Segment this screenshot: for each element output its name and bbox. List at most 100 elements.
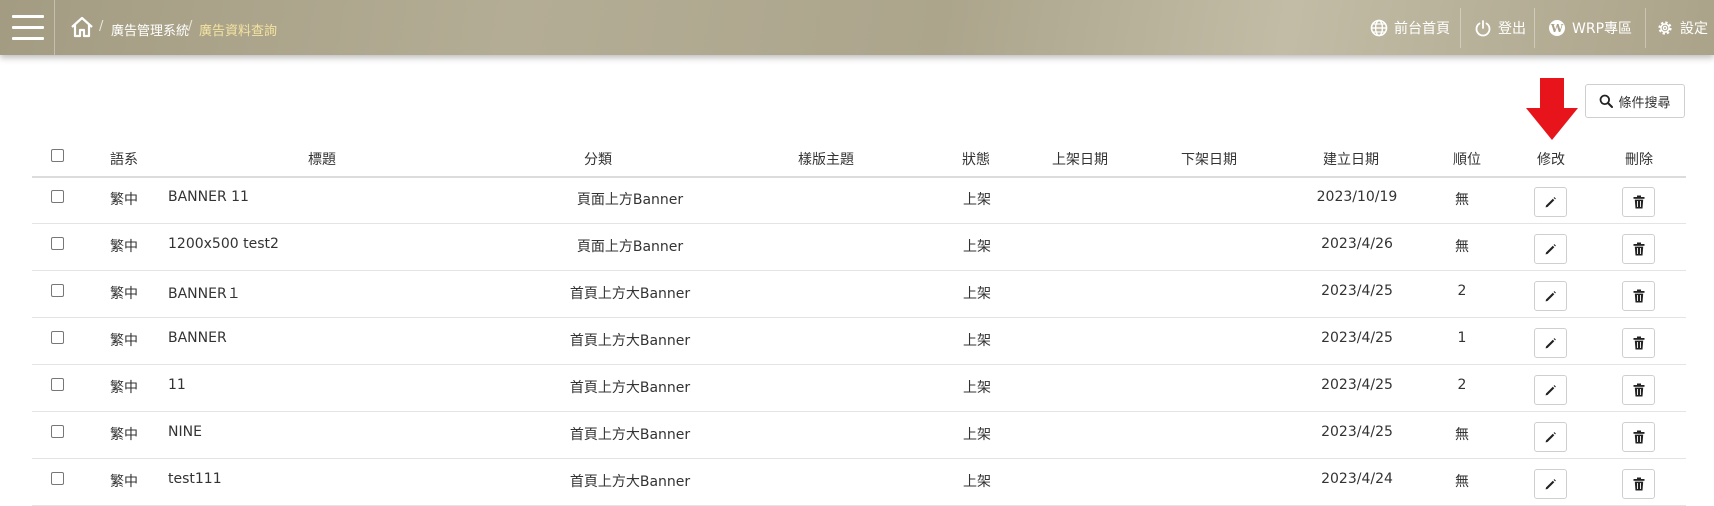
pencil-icon [1545,243,1556,254]
header-category: 分類 [584,152,612,168]
trash-icon [1633,383,1644,397]
nav-frontpage-link[interactable]: 前台首頁 [1370,18,1450,38]
edit-button[interactable] [1534,328,1567,358]
row-title: test111 [168,471,222,487]
row-category: 首頁上方大Banner [569,474,691,490]
nav-settings-link[interactable]: 設定 [1656,18,1708,38]
row-checkbox[interactable] [51,190,64,203]
condition-search-button[interactable]: 條件搜尋 [1585,84,1685,118]
header-created-date: 建立日期 [1323,152,1379,168]
row-order: 無 [1455,474,1469,490]
globe-icon [1370,19,1388,37]
row-language: 繁中 [110,427,138,443]
row-checkbox[interactable] [51,284,64,297]
row-status: 上架 [963,474,991,490]
row-language: 繁中 [110,286,138,302]
row-created-date: 2023/4/25 [1321,283,1393,299]
breadcrumb-root[interactable]: 廣告管理系統 [111,20,189,39]
row-order: 無 [1455,239,1469,255]
search-icon [1600,94,1614,108]
header-unpublish-date: 下架日期 [1181,152,1237,168]
row-status: 上架 [963,192,991,208]
edit-button[interactable] [1534,469,1567,499]
row-category: 頁面上方Banner [576,192,684,208]
edit-button[interactable] [1534,422,1567,452]
pencil-icon [1545,196,1556,207]
row-category: 頁面上方Banner [576,239,684,255]
row-checkbox[interactable] [51,472,64,485]
pencil-icon [1545,431,1556,442]
row-status: 上架 [963,286,991,302]
row-language: 繁中 [110,239,138,255]
nav-logout-link[interactable]: 登出 [1474,18,1526,38]
table-row: 繁中 BANNER１ 首頁上方大Banner 上架 2023/4/25 2 [32,271,1686,318]
header-template: 樣版主題 [798,152,854,168]
header-order: 順位 [1453,152,1481,168]
table-row: 繁中 BANNER 首頁上方大Banner 上架 2023/4/25 1 [32,318,1686,365]
pencil-icon [1545,384,1556,395]
table-row: 繁中 test111 首頁上方大Banner 上架 2023/4/24 無 [32,459,1686,506]
row-category: 首頁上方大Banner [569,380,691,396]
table-row: 繁中 NINE 首頁上方大Banner 上架 2023/4/25 無 [32,412,1686,459]
power-icon [1475,20,1491,37]
row-checkbox[interactable] [51,425,64,438]
header-language: 語系 [110,152,138,168]
row-category: 首頁上方大Banner [569,286,691,302]
pencil-icon [1545,478,1556,489]
row-status: 上架 [963,427,991,443]
edit-button[interactable] [1534,187,1567,217]
row-checkbox[interactable] [51,378,64,391]
trash-icon [1633,195,1644,209]
nav-divider [1460,8,1461,48]
nav-settings-label: 設定 [1680,21,1708,37]
delete-button[interactable] [1622,469,1655,499]
row-title: 11 [168,377,186,393]
row-created-date: 2023/4/26 [1321,236,1393,252]
delete-button[interactable] [1622,422,1655,452]
pencil-icon [1545,290,1556,301]
table-row: 繁中 BANNER 11 頁面上方Banner 上架 2023/10/19 無 [32,177,1686,224]
row-title: 1200x500 test2 [168,236,279,252]
row-order: 無 [1455,192,1469,208]
breadcrumb-separator: / [188,19,193,34]
table-row: 繁中 1200x500 test2 頁面上方Banner 上架 2023/4/26 無 [32,224,1686,271]
delete-button[interactable] [1622,328,1655,358]
edit-button[interactable] [1534,281,1567,311]
wordpress-icon: W [1549,20,1565,36]
header-title: 標題 [308,152,336,168]
nav-divider [1645,8,1646,48]
edit-button[interactable] [1534,234,1567,264]
row-created-date: 2023/4/24 [1321,471,1393,487]
select-all-checkbox[interactable] [51,149,64,162]
row-checkbox[interactable] [51,237,64,250]
row-created-date: 2023/10/19 [1316,189,1398,205]
trash-icon [1633,477,1644,491]
table-row: 繁中 11 首頁上方大Banner 上架 2023/4/25 2 [32,365,1686,412]
delete-button[interactable] [1622,281,1655,311]
row-order: 2 [1457,377,1467,393]
hamburger-menu-icon[interactable] [0,0,55,55]
row-order: 無 [1455,427,1469,443]
row-category: 首頁上方大Banner [569,333,691,349]
nav-wrp-link[interactable]: W WRP專區 [1548,18,1632,38]
row-language: 繁中 [110,474,138,490]
red-arrow-annotation [1526,78,1578,140]
delete-button[interactable] [1622,375,1655,405]
delete-button[interactable] [1622,234,1655,264]
row-checkbox[interactable] [51,331,64,344]
gear-icon [1658,21,1672,35]
breadcrumb-separator: / [99,19,104,34]
row-created-date: 2023/4/25 [1321,330,1393,346]
row-title: BANNER [168,330,227,346]
row-language: 繁中 [110,192,138,208]
condition-search-label: 條件搜尋 [1618,95,1671,111]
row-created-date: 2023/4/25 [1321,424,1393,440]
home-icon[interactable] [70,16,94,38]
table-header: 語系 標題 分類 樣版主題 狀態 上架日期 下架日期 建立日期 順位 修改 刪除 [32,144,1686,178]
row-order: 1 [1457,330,1467,346]
edit-button[interactable] [1534,375,1567,405]
delete-button[interactable] [1622,187,1655,217]
header-edit: 修改 [1537,152,1565,168]
row-language: 繁中 [110,333,138,349]
trash-icon [1633,336,1644,350]
